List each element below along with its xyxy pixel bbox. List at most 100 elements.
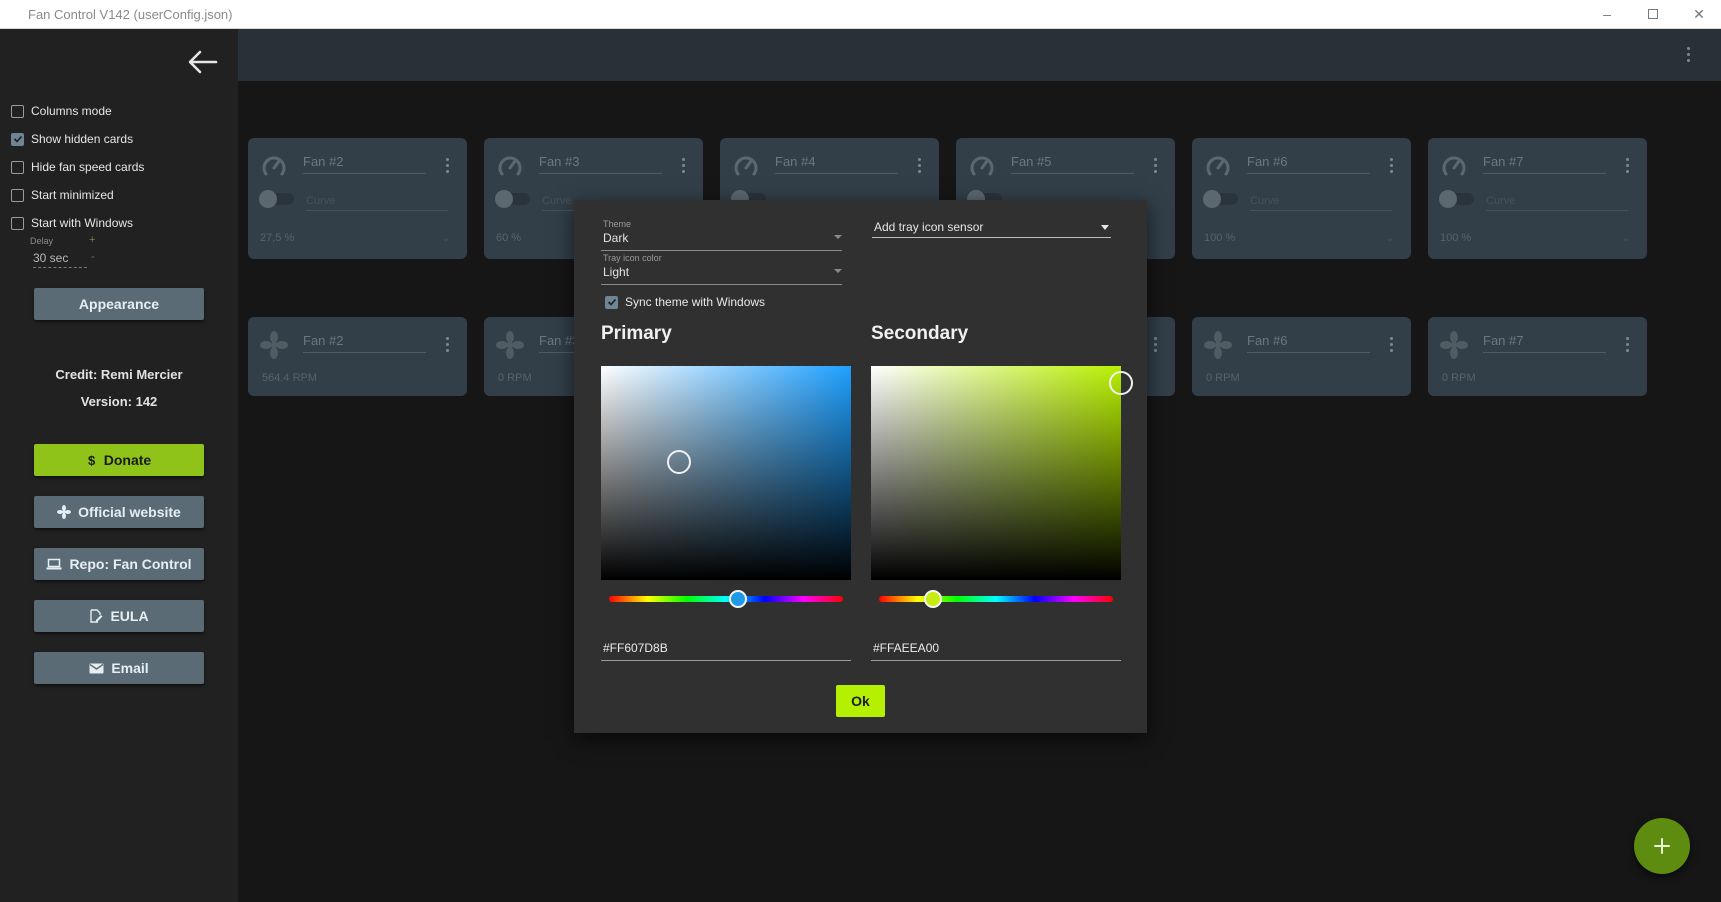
control-card-name[interactable]: Fan #3: [539, 154, 662, 174]
back-arrow-icon[interactable]: [186, 49, 220, 75]
theme-label: Theme: [603, 219, 632, 229]
columns-mode-checkbox[interactable]: [11, 104, 24, 118]
speed-card-name[interactable]: Fan #7: [1483, 333, 1606, 353]
add-card-button[interactable]: [1634, 818, 1690, 874]
start-with-windows-option[interactable]: Start with Windows: [11, 213, 133, 233]
show-hidden-cards-checkbox[interactable]: [11, 132, 24, 146]
secondary-hue-thumb[interactable]: [923, 590, 942, 608]
card-menu-icon[interactable]: [682, 158, 686, 173]
tray-icon-color-select[interactable]: Tray icon color Light: [601, 253, 842, 285]
gauge-icon: [262, 156, 286, 176]
card-menu-icon[interactable]: [446, 337, 450, 352]
primary-hex-input[interactable]: #FF607D8B: [601, 639, 851, 661]
primary-color-area[interactable]: [601, 366, 851, 580]
control-card-name[interactable]: Fan #4: [775, 154, 898, 174]
control-card-name[interactable]: Fan #5: [1011, 154, 1134, 174]
appearance-button[interactable]: Appearance: [34, 288, 204, 320]
start-with-windows-checkbox[interactable]: [11, 216, 24, 230]
speed-card-name[interactable]: Fan #6: [1247, 333, 1370, 353]
primary-black-gradient: [601, 366, 851, 580]
fan-icon: [57, 505, 72, 519]
control-card[interactable]: Fan #7 Curve 100 % ⌄: [1428, 138, 1647, 259]
hide-fan-speed-cards-checkbox[interactable]: [11, 160, 24, 174]
speed-card-name[interactable]: Fan #2: [303, 333, 426, 353]
control-card-name[interactable]: Fan #2: [303, 154, 426, 174]
curve-select[interactable]: Curve: [1250, 195, 1392, 211]
control-value: 60 %: [496, 232, 522, 244]
eula-button[interactable]: EULA: [34, 600, 204, 632]
more-menu-icon[interactable]: [1687, 47, 1691, 62]
donate-button[interactable]: $ Donate: [34, 444, 204, 476]
speed-card[interactable]: Fan #2 564.4 RPM: [248, 317, 467, 396]
curve-select[interactable]: Curve: [306, 195, 448, 211]
secondary-black-gradient: [871, 366, 1121, 580]
card-menu-icon[interactable]: [918, 158, 922, 173]
card-menu-icon[interactable]: [446, 158, 450, 173]
chevron-down-icon[interactable]: ⌄: [442, 233, 450, 244]
control-card-name[interactable]: Fan #6: [1247, 154, 1370, 174]
primary-hue-thumb[interactable]: [728, 590, 747, 608]
fan-icon: [1204, 331, 1232, 359]
delay-input[interactable]: 30 sec: [33, 251, 87, 268]
start-minimized-checkbox[interactable]: [11, 188, 24, 202]
email-button[interactable]: Email: [34, 652, 204, 684]
card-menu-icon[interactable]: [1626, 158, 1630, 173]
secondary-color-thumb[interactable]: [1109, 371, 1133, 396]
start-minimized-option[interactable]: Start minimized: [11, 185, 114, 205]
maximize-button[interactable]: [1630, 0, 1676, 28]
hide-fan-speed-cards-label: Hide fan speed cards: [31, 160, 145, 174]
secondary-hue-slider[interactable]: [879, 590, 1113, 608]
card-menu-icon[interactable]: [1154, 337, 1158, 352]
secondary-color-area[interactable]: [871, 366, 1133, 580]
primary-color-thumb[interactable]: [666, 450, 691, 475]
theme-select[interactable]: Theme Dark: [601, 219, 842, 251]
sync-theme-option[interactable]: Sync theme with Windows: [605, 295, 765, 309]
repo-button[interactable]: Repo: Fan Control: [34, 548, 204, 580]
maximize-icon: [1648, 9, 1658, 19]
delay-decrease-button[interactable]: -: [91, 251, 95, 263]
tray-icon-sensor-select[interactable]: Add tray icon sensor: [872, 216, 1111, 238]
chevron-down-icon[interactable]: ⌄: [1622, 233, 1630, 244]
primary-hue-slider[interactable]: [609, 590, 843, 608]
delay-label: Delay: [30, 236, 54, 246]
secondary-hex-input[interactable]: #FFAEEA00: [871, 639, 1121, 661]
official-website-button[interactable]: Official website: [34, 496, 204, 528]
email-label: Email: [111, 660, 149, 676]
appearance-label: Appearance: [78, 296, 160, 312]
card-toggle[interactable]: [495, 190, 530, 208]
gauge-icon: [498, 156, 522, 176]
card-menu-icon[interactable]: [1390, 158, 1394, 173]
version-text: Version: 142: [80, 394, 158, 409]
start-minimized-label: Start minimized: [31, 188, 114, 202]
control-card[interactable]: Fan #2 Curve 27,5 % ⌄: [248, 138, 467, 259]
rpm-value: 564.4 RPM: [262, 372, 318, 384]
ok-button[interactable]: Ok: [836, 685, 885, 717]
control-card-name[interactable]: Fan #7: [1483, 154, 1606, 174]
card-menu-icon[interactable]: [1390, 337, 1394, 352]
donate-label: Donate: [103, 452, 152, 468]
gauge-icon: [734, 156, 758, 176]
card-toggle[interactable]: [1203, 190, 1238, 208]
delay-increase-button[interactable]: +: [89, 234, 95, 246]
curve-select[interactable]: Curve: [1486, 195, 1628, 211]
close-button[interactable]: ✕: [1676, 0, 1721, 28]
document-edit-icon: [89, 609, 103, 623]
tray-icon-color-label: Tray icon color: [603, 253, 662, 263]
sync-theme-checkbox[interactable]: [605, 295, 618, 309]
card-menu-icon[interactable]: [1626, 337, 1630, 352]
control-card[interactable]: Fan #6 Curve 100 % ⌄: [1192, 138, 1411, 259]
minimize-button[interactable]: –: [1584, 0, 1630, 28]
speed-card[interactable]: Fan #6 0 RPM: [1192, 317, 1411, 396]
speed-card[interactable]: Fan #7 0 RPM: [1428, 317, 1647, 396]
gauge-icon: [970, 156, 994, 176]
plus-icon: [1654, 838, 1670, 854]
card-menu-icon[interactable]: [1154, 158, 1158, 173]
card-toggle[interactable]: [1439, 190, 1474, 208]
chevron-down-icon[interactable]: ⌄: [1386, 233, 1394, 244]
svg-text:$: $: [88, 453, 96, 467]
card-toggle[interactable]: [259, 190, 294, 208]
show-hidden-cards-option[interactable]: Show hidden cards: [11, 129, 133, 149]
columns-mode-option[interactable]: Columns mode: [11, 101, 112, 121]
hide-fan-speed-cards-option[interactable]: Hide fan speed cards: [11, 157, 144, 177]
theme-value: Dark: [603, 231, 629, 245]
